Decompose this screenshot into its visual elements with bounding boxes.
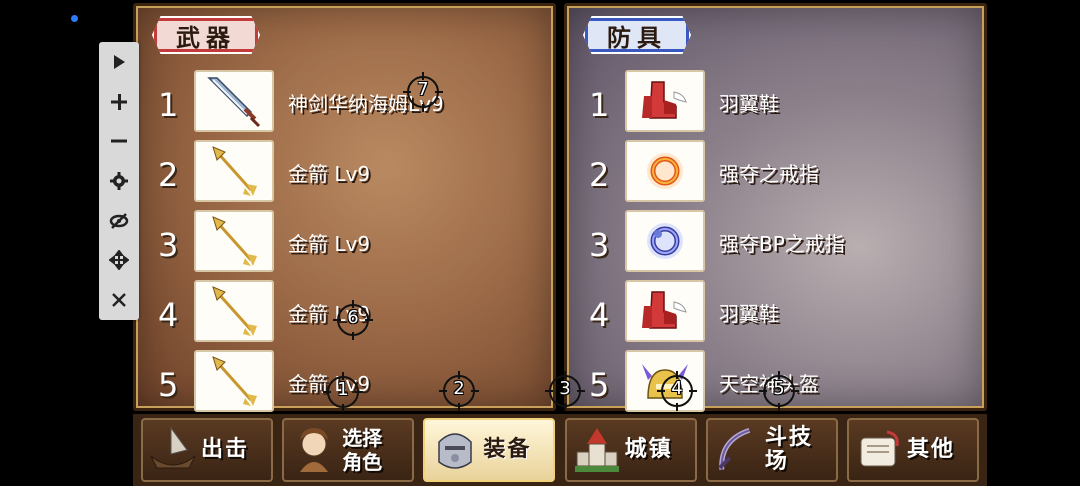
bp-ring-icon [647, 223, 683, 259]
sortie-button[interactable]: 出击 [141, 418, 273, 482]
target-number: 5 [773, 378, 785, 399]
weapon-row-3[interactable]: 3 金箭 Lv9 [136, 208, 553, 278]
weapons-tag: 武器 [152, 16, 260, 54]
arrow-icon [212, 286, 257, 336]
ring-icon [647, 153, 683, 189]
target-number: 7 [417, 79, 429, 100]
target-marker-2[interactable]: 2 [439, 371, 479, 411]
eye-off-icon[interactable] [105, 207, 133, 235]
arrow-icon [212, 216, 257, 266]
other-button[interactable]: 其他 [846, 418, 979, 482]
armor-name: 强夺之戒指 [719, 162, 819, 186]
weapon-row-1[interactable]: 1 神剑华纳海姆Lv9 [136, 68, 553, 138]
armor-row-1[interactable]: 1 羽翼鞋 [567, 68, 984, 138]
target-number: 6 [347, 307, 359, 328]
other-label: 其他 [906, 437, 955, 462]
armor-slot[interactable] [625, 280, 705, 342]
target-number: 4 [671, 378, 683, 399]
armor-slot[interactable] [625, 140, 705, 202]
bottom-nav: 出击 选择 角色 装备 城镇 斗技场 其他 [133, 414, 987, 486]
weapon-slot[interactable] [194, 210, 274, 272]
gear-icon[interactable] [105, 167, 133, 195]
slot-number: 4 [158, 296, 179, 334]
arrow-icon [212, 356, 257, 406]
weapon-slot[interactable] [194, 140, 274, 202]
armor-tag: 防具 [583, 16, 691, 54]
town-button[interactable]: 城镇 [564, 418, 697, 482]
town-label: 城镇 [624, 437, 673, 462]
minus-icon[interactable] [105, 127, 133, 155]
arena-blade-icon [718, 427, 750, 470]
armor-panel: 防具 1 羽翼鞋 2 强夺之戒指 3 强夺BP之戒指 4 羽翼鞋 5 天空神头盔 [564, 3, 987, 412]
weapon-row-2[interactable]: 2 金箭 Lv9 [136, 138, 553, 208]
winged-boots-icon [642, 291, 687, 329]
status-dot [71, 15, 78, 22]
move-icon[interactable] [105, 246, 133, 274]
weapons-panel: 武器 1 神剑华纳海姆Lv9 2 金箭 Lv9 3 金箭 Lv9 4 金箭 Lv… [133, 3, 556, 412]
character-icon [300, 428, 329, 472]
arena-button[interactable]: 斗技场 [705, 418, 838, 482]
slot-number: 2 [158, 156, 179, 194]
armor-row-2[interactable]: 2 强夺之戒指 [567, 138, 984, 208]
arrow-icon [212, 146, 257, 196]
equip-button[interactable]: 装备 [423, 418, 556, 482]
play-icon[interactable] [105, 48, 133, 76]
slot-number: 1 [589, 86, 610, 124]
weapon-name: 金箭 Lv9 [288, 162, 371, 186]
scroll-icon [860, 430, 899, 467]
slot-number: 1 [158, 86, 179, 124]
weapon-slot[interactable] [194, 70, 274, 132]
slot-number: 4 [589, 296, 610, 334]
armor-row-4[interactable]: 4 羽翼鞋 [567, 278, 984, 348]
armor-name: 羽翼鞋 [719, 302, 779, 326]
sword-icon [207, 77, 261, 128]
target-marker-6[interactable]: 6 [333, 300, 373, 340]
armor-slot[interactable] [625, 210, 705, 272]
close-icon[interactable] [105, 286, 133, 314]
armor-name: 强夺BP之戒指 [719, 232, 845, 256]
armor-name: 羽翼鞋 [719, 92, 779, 116]
weapon-slot[interactable] [194, 280, 274, 342]
weapon-slot[interactable] [194, 350, 274, 412]
select-label-line2: 角色 [342, 450, 383, 474]
slot-number: 3 [158, 226, 179, 264]
plus-icon[interactable] [105, 88, 133, 116]
armor-slot[interactable] [625, 70, 705, 132]
winged-boots-icon [642, 81, 687, 119]
sortie-label: 出击 [201, 437, 250, 462]
target-marker-5[interactable]: 5 [759, 371, 799, 411]
arena-label: 斗技场 [764, 425, 813, 474]
weapon-name: 金箭 Lv9 [288, 232, 371, 256]
target-marker-3[interactable]: 3 [545, 371, 585, 411]
slot-number: 5 [158, 366, 179, 404]
equip-label: 装备 [483, 437, 532, 462]
overlay-toolbar [99, 42, 139, 320]
slot-number: 3 [589, 226, 610, 264]
ship-icon [150, 426, 196, 469]
target-marker-4[interactable]: 4 [657, 371, 697, 411]
target-marker-1[interactable]: 1 [323, 372, 363, 412]
target-number: 2 [453, 378, 465, 399]
castle-icon [574, 428, 619, 472]
slot-number: 5 [589, 366, 610, 404]
armor-icon [438, 433, 473, 469]
armor-row-3[interactable]: 3 强夺BP之戒指 [567, 208, 984, 278]
select-label-line1: 选择 [342, 426, 383, 450]
target-number: 3 [559, 378, 571, 399]
select-character-button[interactable]: 选择 角色 [282, 418, 415, 482]
target-number: 1 [337, 379, 349, 400]
target-marker-7[interactable]: 7 [403, 72, 443, 112]
slot-number: 2 [589, 156, 610, 194]
